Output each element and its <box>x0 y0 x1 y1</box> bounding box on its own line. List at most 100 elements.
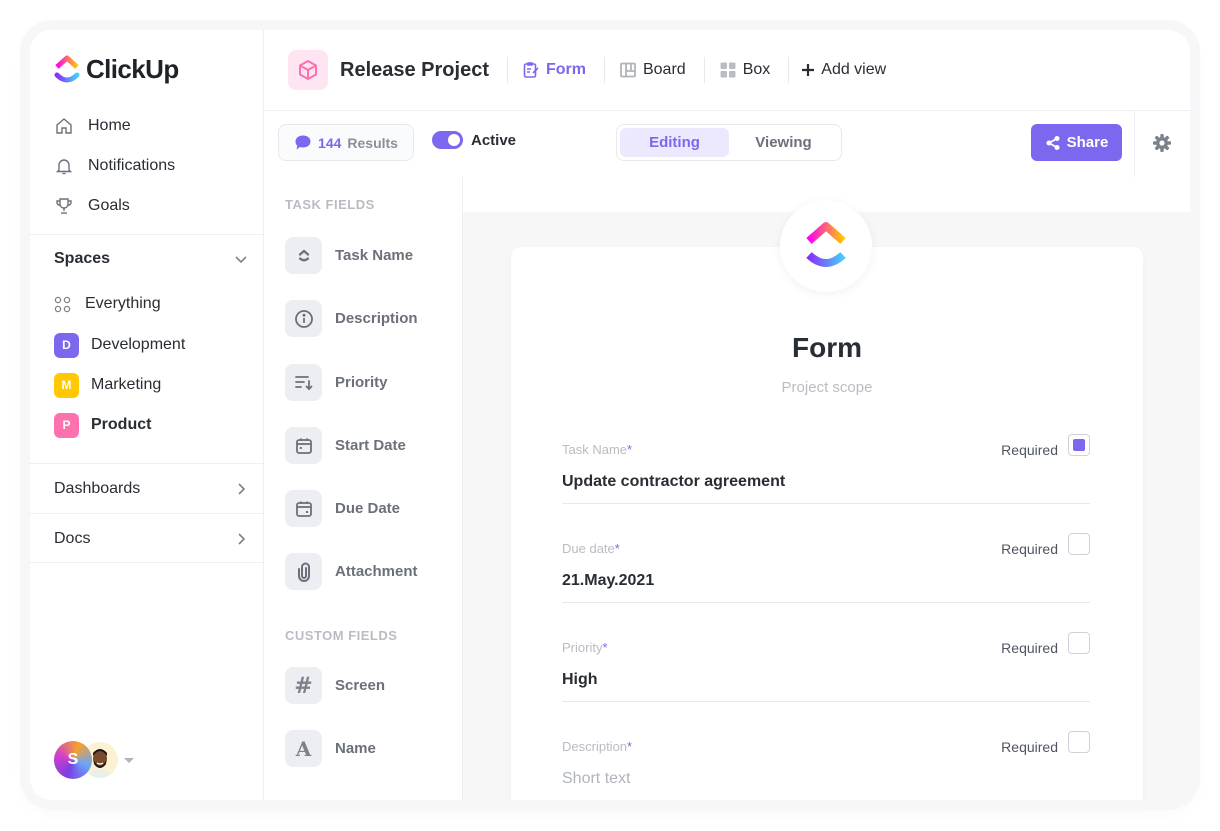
question-value[interactable]: Update contractor agreement <box>562 473 785 491</box>
paperclip-icon <box>285 553 322 590</box>
field-due-date[interactable]: Due Date <box>285 490 400 527</box>
field-start-date[interactable]: Start Date <box>285 427 406 464</box>
field-label: Screen <box>335 677 386 694</box>
app-window: ClickUp Home Notifications Goals Spaces … <box>30 30 1190 800</box>
home-icon <box>54 116 74 136</box>
main-nav: Home Notifications Goals <box>54 106 175 226</box>
space-product[interactable]: P Product <box>30 405 264 445</box>
active-label: Active <box>471 131 517 149</box>
question-value[interactable]: High <box>562 671 598 689</box>
view-tab-form[interactable]: Form <box>508 61 604 79</box>
field-label: Description <box>335 310 418 327</box>
nav-home[interactable]: Home <box>54 106 175 146</box>
question-placeholder[interactable]: Short text <box>562 770 630 788</box>
required-checkbox[interactable] <box>1068 434 1090 456</box>
question-label-text: Task Name <box>562 442 628 457</box>
form-question-task-name[interactable]: Task Name* Required Update contractor ag… <box>562 434 1090 506</box>
question-label: Priority* <box>562 640 608 655</box>
add-view-button[interactable]: Add view <box>789 61 904 79</box>
board-icon <box>620 62 636 78</box>
space-product-label: Product <box>91 416 152 433</box>
field-label: Due Date <box>335 500 401 517</box>
field-label: Attachment <box>335 563 418 580</box>
clickup-logo-icon <box>806 222 846 267</box>
docs-label: Docs <box>54 529 91 547</box>
results-count: 144 <box>318 134 342 151</box>
view-tab-box[interactable]: Box <box>705 61 789 79</box>
dashboards-label: Dashboards <box>54 479 141 497</box>
mode-editing[interactable]: Editing <box>620 128 729 157</box>
clickup-logo[interactable]: ClickUp <box>54 54 179 85</box>
nav-goals-label: Goals <box>88 197 130 214</box>
caret-down-icon <box>124 757 134 763</box>
space-marketing[interactable]: M Marketing <box>30 365 264 405</box>
comment-icon <box>295 135 311 150</box>
required-checkbox[interactable] <box>1068 533 1090 555</box>
form-icon <box>523 62 539 78</box>
toggle-switch[interactable] <box>432 131 463 149</box>
view-tab-box-label: Box <box>742 61 771 78</box>
workspace-avatar: S <box>54 741 92 779</box>
top-bar: Release Project Form Board Box Add view <box>264 30 1190 111</box>
fields-panel: TASK FIELDS Task Name Description Priori… <box>264 177 463 800</box>
space-development-label: Development <box>91 336 186 353</box>
field-name[interactable]: A Name <box>285 730 376 767</box>
space-badge-product: P <box>54 412 79 438</box>
question-label-text: Due date <box>562 541 615 556</box>
required-label: Required <box>1001 442 1058 458</box>
space-everything-label: Everything <box>85 295 161 312</box>
trophy-icon <box>54 196 74 216</box>
calendar-due-icon <box>285 490 322 527</box>
docs-section: Docs <box>30 513 264 563</box>
question-label: Description* <box>562 739 633 754</box>
results-label: Results <box>347 134 398 151</box>
info-icon <box>285 300 322 337</box>
field-priority[interactable]: Priority <box>285 364 388 401</box>
cube-icon <box>299 60 317 80</box>
form-question-description[interactable]: Description* Required Short text <box>562 731 1090 799</box>
dashboards-link[interactable]: Dashboards <box>30 464 264 513</box>
spaces-header[interactable]: Spaces <box>30 235 264 283</box>
space-development[interactable]: D Development <box>30 325 264 365</box>
user-menu[interactable]: S <box>54 741 134 779</box>
question-label: Due date* <box>562 541 620 556</box>
share-button[interactable]: Share <box>1031 124 1122 161</box>
required-label: Required <box>1001 739 1058 755</box>
required-checkbox[interactable] <box>1068 632 1090 654</box>
priority-sort-icon <box>285 364 322 401</box>
divider <box>562 701 1090 702</box>
space-everything[interactable]: Everything <box>30 283 264 325</box>
custom-fields-title: CUSTOM FIELDS <box>285 628 398 643</box>
mode-viewing[interactable]: Viewing <box>729 128 838 157</box>
field-attachment[interactable]: Attachment <box>285 553 418 590</box>
gear-icon <box>1153 134 1171 152</box>
form-title: Form <box>792 332 862 363</box>
required-checkbox[interactable] <box>1068 731 1090 753</box>
field-screen[interactable]: # Screen <box>285 667 385 704</box>
view-tab-board[interactable]: Board <box>605 61 704 79</box>
field-task-name[interactable]: Task Name <box>285 237 413 274</box>
nav-notifications-label: Notifications <box>88 157 176 174</box>
box-icon <box>720 62 736 78</box>
brand-name: ClickUp <box>86 54 179 84</box>
active-toggle[interactable]: Active <box>432 131 516 149</box>
nav-notifications[interactable]: Notifications <box>54 146 175 186</box>
field-description[interactable]: Description <box>285 300 418 337</box>
settings-button[interactable] <box>1152 133 1172 158</box>
form-card <box>511 247 1143 800</box>
nav-goals[interactable]: Goals <box>54 186 175 226</box>
results-button[interactable]: 144 Results <box>278 124 414 161</box>
question-label: Task Name* <box>562 442 633 457</box>
form-logo[interactable] <box>780 200 872 292</box>
form-question-priority[interactable]: Priority* Required High <box>562 632 1090 704</box>
nav-home-label: Home <box>88 117 131 134</box>
form-question-due-date[interactable]: Due date* Required 21.May.2021 <box>562 533 1090 605</box>
space-marketing-label: Marketing <box>91 376 162 393</box>
question-value[interactable]: 21.May.2021 <box>562 572 654 590</box>
docs-link[interactable]: Docs <box>30 514 264 563</box>
space-badge-development: D <box>54 332 79 358</box>
required-label: Required <box>1001 640 1058 656</box>
divider <box>562 602 1090 603</box>
view-tab-board-label: Board <box>642 61 686 78</box>
question-label-text: Priority <box>562 640 603 655</box>
